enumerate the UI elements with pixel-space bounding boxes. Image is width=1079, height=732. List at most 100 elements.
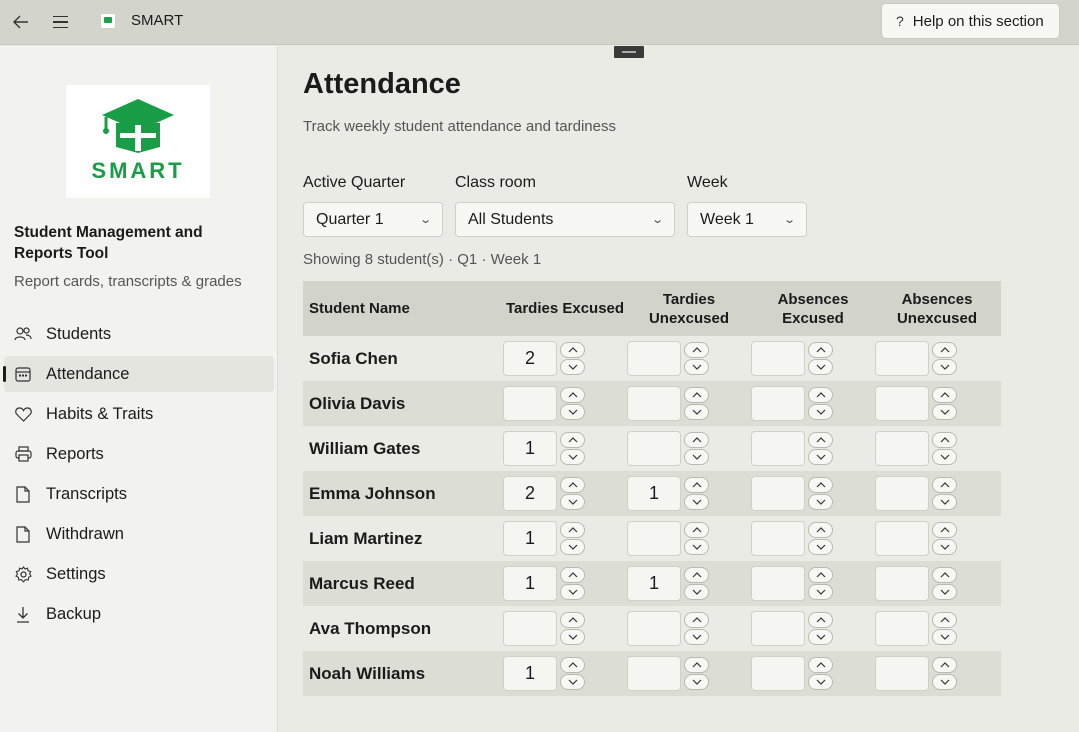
sidebar-item-attendance[interactable]: Attendance — [3, 356, 274, 392]
increment-chevron-up-icon[interactable] — [808, 612, 833, 628]
decrement-chevron-down-icon[interactable] — [808, 674, 833, 690]
decrement-chevron-down-icon[interactable] — [560, 629, 585, 645]
absences-excused-input[interactable] — [751, 341, 805, 376]
increment-chevron-up-icon[interactable] — [808, 657, 833, 673]
absences-unexcused-input[interactable] — [875, 341, 929, 376]
increment-chevron-up-icon[interactable] — [808, 387, 833, 403]
increment-chevron-up-icon[interactable] — [560, 522, 585, 538]
decrement-chevron-down-icon[interactable] — [932, 629, 957, 645]
increment-chevron-up-icon[interactable] — [932, 477, 957, 493]
absences-unexcused-input[interactable] — [875, 431, 929, 466]
decrement-chevron-down-icon[interactable] — [560, 584, 585, 600]
absences-excused-input[interactable] — [751, 656, 805, 691]
decrement-chevron-down-icon[interactable] — [808, 494, 833, 510]
decrement-chevron-down-icon[interactable] — [684, 404, 709, 420]
decrement-chevron-down-icon[interactable] — [932, 674, 957, 690]
increment-chevron-up-icon[interactable] — [808, 342, 833, 358]
increment-chevron-up-icon[interactable] — [560, 387, 585, 403]
tardies-excused-input[interactable]: 1 — [503, 431, 557, 466]
decrement-chevron-down-icon[interactable] — [932, 449, 957, 465]
decrement-chevron-down-icon[interactable] — [684, 629, 709, 645]
decrement-chevron-down-icon[interactable] — [932, 584, 957, 600]
increment-chevron-up-icon[interactable] — [684, 387, 709, 403]
decrement-chevron-down-icon[interactable] — [808, 539, 833, 555]
decrement-chevron-down-icon[interactable] — [808, 359, 833, 375]
sidebar-item-students[interactable]: Students — [4, 316, 274, 352]
increment-chevron-up-icon[interactable] — [560, 432, 585, 448]
sidebar-item-reports[interactable]: Reports — [4, 436, 274, 472]
decrement-chevron-down-icon[interactable] — [684, 494, 709, 510]
increment-chevron-up-icon[interactable] — [932, 387, 957, 403]
increment-chevron-up-icon[interactable] — [808, 567, 833, 583]
decrement-chevron-down-icon[interactable] — [684, 584, 709, 600]
increment-chevron-up-icon[interactable] — [560, 567, 585, 583]
decrement-chevron-down-icon[interactable] — [684, 674, 709, 690]
absences-excused-input[interactable] — [751, 521, 805, 556]
tardies-excused-input[interactable] — [503, 611, 557, 646]
decrement-chevron-down-icon[interactable] — [560, 539, 585, 555]
decrement-chevron-down-icon[interactable] — [808, 584, 833, 600]
increment-chevron-up-icon[interactable] — [684, 522, 709, 538]
decrement-chevron-down-icon[interactable] — [560, 674, 585, 690]
tardies-excused-input[interactable]: 1 — [503, 656, 557, 691]
decrement-chevron-down-icon[interactable] — [808, 629, 833, 645]
increment-chevron-up-icon[interactable] — [932, 612, 957, 628]
tardies-unexcused-input[interactable] — [627, 431, 681, 466]
increment-chevron-up-icon[interactable] — [932, 522, 957, 538]
week-select[interactable]: Week 1 ⌄ — [687, 202, 807, 237]
increment-chevron-up-icon[interactable] — [560, 657, 585, 673]
increment-chevron-up-icon[interactable] — [684, 432, 709, 448]
tardies-unexcused-input[interactable]: 1 — [627, 476, 681, 511]
decrement-chevron-down-icon[interactable] — [932, 539, 957, 555]
decrement-chevron-down-icon[interactable] — [932, 494, 957, 510]
drag-handle[interactable] — [614, 46, 644, 58]
decrement-chevron-down-icon[interactable] — [932, 404, 957, 420]
increment-chevron-up-icon[interactable] — [684, 477, 709, 493]
classroom-select[interactable]: All Students ⌄ — [455, 202, 675, 237]
tardies-unexcused-input[interactable] — [627, 341, 681, 376]
absences-unexcused-input[interactable] — [875, 656, 929, 691]
sidebar-item-backup[interactable]: Backup — [4, 596, 274, 632]
absences-unexcused-input[interactable] — [875, 521, 929, 556]
increment-chevron-up-icon[interactable] — [560, 342, 585, 358]
increment-chevron-up-icon[interactable] — [684, 612, 709, 628]
increment-chevron-up-icon[interactable] — [560, 477, 585, 493]
absences-unexcused-input[interactable] — [875, 566, 929, 601]
increment-chevron-up-icon[interactable] — [932, 567, 957, 583]
sidebar-item-transcripts[interactable]: Transcripts — [4, 476, 274, 512]
hamburger-menu-icon[interactable] — [53, 12, 75, 32]
increment-chevron-up-icon[interactable] — [684, 657, 709, 673]
increment-chevron-up-icon[interactable] — [684, 342, 709, 358]
decrement-chevron-down-icon[interactable] — [808, 449, 833, 465]
sidebar-item-withdrawn[interactable]: Withdrawn — [4, 516, 274, 552]
decrement-chevron-down-icon[interactable] — [560, 404, 585, 420]
tardies-unexcused-input[interactable] — [627, 521, 681, 556]
increment-chevron-up-icon[interactable] — [932, 657, 957, 673]
decrement-chevron-down-icon[interactable] — [560, 449, 585, 465]
tardies-excused-input[interactable]: 1 — [503, 566, 557, 601]
increment-chevron-up-icon[interactable] — [808, 432, 833, 448]
increment-chevron-up-icon[interactable] — [560, 612, 585, 628]
increment-chevron-up-icon[interactable] — [932, 342, 957, 358]
sidebar-item-habits-traits[interactable]: Habits & Traits — [4, 396, 274, 432]
tardies-excused-input[interactable]: 2 — [503, 476, 557, 511]
absences-unexcused-input[interactable] — [875, 611, 929, 646]
absences-unexcused-input[interactable] — [875, 386, 929, 421]
tardies-unexcused-input[interactable] — [627, 656, 681, 691]
sidebar-item-settings[interactable]: Settings — [4, 556, 274, 592]
help-button[interactable]: ? Help on this section — [881, 3, 1060, 39]
absences-excused-input[interactable] — [751, 476, 805, 511]
decrement-chevron-down-icon[interactable] — [560, 359, 585, 375]
decrement-chevron-down-icon[interactable] — [684, 359, 709, 375]
decrement-chevron-down-icon[interactable] — [808, 404, 833, 420]
increment-chevron-up-icon[interactable] — [808, 477, 833, 493]
absences-unexcused-input[interactable] — [875, 476, 929, 511]
tardies-unexcused-input[interactable] — [627, 611, 681, 646]
tardies-unexcused-input[interactable] — [627, 386, 681, 421]
back-arrow-icon[interactable] — [9, 10, 33, 34]
tardies-unexcused-input[interactable]: 1 — [627, 566, 681, 601]
tardies-excused-input[interactable]: 1 — [503, 521, 557, 556]
decrement-chevron-down-icon[interactable] — [684, 449, 709, 465]
increment-chevron-up-icon[interactable] — [808, 522, 833, 538]
absences-excused-input[interactable] — [751, 431, 805, 466]
